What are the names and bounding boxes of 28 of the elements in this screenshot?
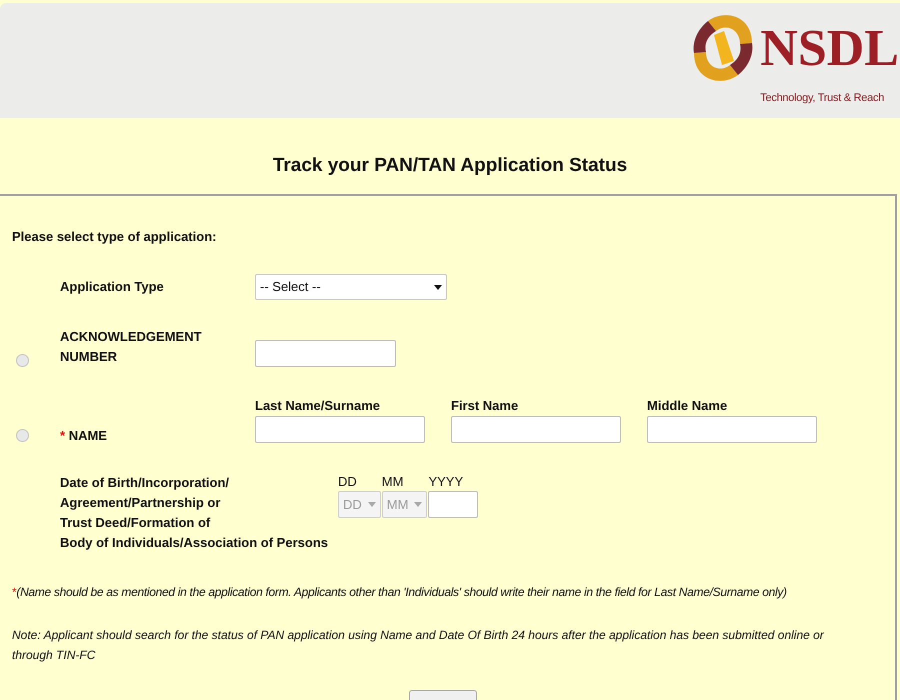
text-field[interactable] (255, 340, 396, 367)
column-label: MM (382, 473, 404, 490)
text-field[interactable] (647, 416, 817, 443)
column-label: DD (338, 473, 357, 490)
text-field[interactable] (451, 416, 621, 443)
select-field[interactable]: -- Select -- (255, 274, 447, 300)
caret-icon (414, 502, 422, 507)
text-field[interactable] (428, 491, 478, 518)
radio-button[interactable] (16, 354, 29, 367)
form-button[interactable] (408, 690, 476, 700)
form-prompt: Please select type of application: (12, 229, 216, 245)
caret-icon (434, 284, 442, 290)
column-label: First Name (451, 397, 518, 415)
logo-wordmark: NSDL (760, 19, 899, 79)
note-text: Note: Applicant should search for the status of PAN application using Name and Date Of Birth 24 hours after the application has been submitted online or through TIN-FC (12, 627, 826, 664)
text-field[interactable] (255, 416, 425, 443)
field-label: Application Type (60, 278, 165, 296)
date-label: Date of Birth/Incorporation/ Agreement/Partnership or Trust Deed/Formation of Body of Individuals/Association of Persons (60, 474, 328, 552)
column-label: Middle Name (647, 397, 728, 415)
column-label: Last Name/Surname (255, 397, 380, 415)
page-title: Track your PAN/TAN Application Status (272, 154, 628, 178)
column-label: YYYY (428, 473, 464, 490)
caret-icon (368, 502, 376, 507)
field-label: * NAME (60, 428, 107, 443)
logo-tagline: Technology, Trust & Reach (760, 91, 884, 105)
radio-button[interactable] (16, 429, 29, 442)
field-label: ACKNOWLEDGEMENT NUMBER (60, 328, 203, 366)
footnote-text: *(Name should be as mentioned in the application form. Applicants other than 'Individuals' should write their name in the field for Last Name/Surname only) (12, 584, 788, 601)
